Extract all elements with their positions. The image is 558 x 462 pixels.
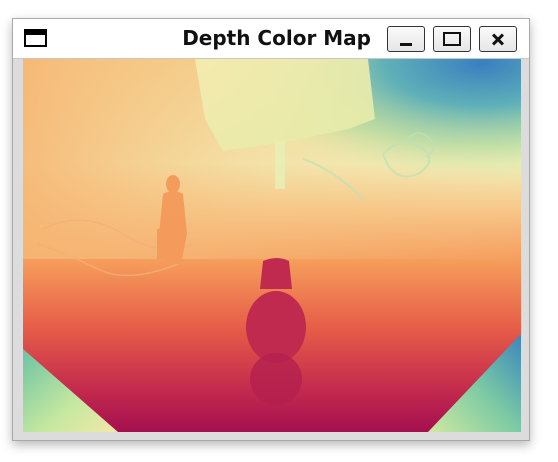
close-icon bbox=[480, 27, 516, 51]
window-title: Depth Color Map bbox=[182, 26, 371, 50]
maximize-button[interactable] bbox=[433, 26, 471, 52]
depth-image-area bbox=[23, 59, 521, 432]
minimize-icon bbox=[400, 43, 412, 46]
minimize-button[interactable] bbox=[387, 26, 425, 52]
title-bar[interactable]: Depth Color Map bbox=[13, 19, 529, 59]
depth-color-map-window: Depth Color Map bbox=[12, 18, 530, 441]
depth-image bbox=[23, 59, 521, 432]
window-icon[interactable] bbox=[24, 29, 47, 47]
maximize-icon bbox=[443, 32, 461, 46]
close-button[interactable] bbox=[479, 26, 517, 52]
